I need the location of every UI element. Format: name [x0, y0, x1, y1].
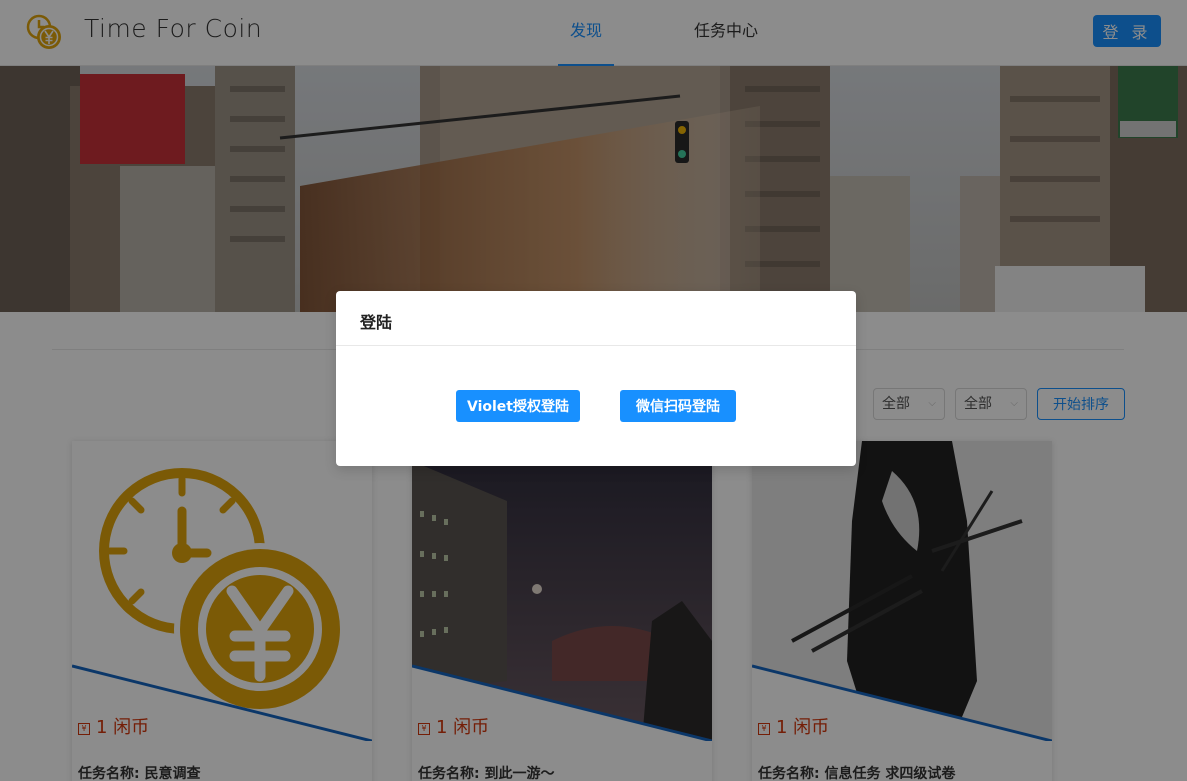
wechat-qr-login-button[interactable]: 微信扫码登陆	[620, 390, 736, 422]
login-modal: 登陆 Violet授权登陆 微信扫码登陆	[336, 291, 856, 466]
modal-title: 登陆	[360, 313, 393, 332]
modal-divider	[336, 345, 856, 346]
violet-auth-login-button[interactable]: Violet授权登陆	[456, 390, 580, 422]
